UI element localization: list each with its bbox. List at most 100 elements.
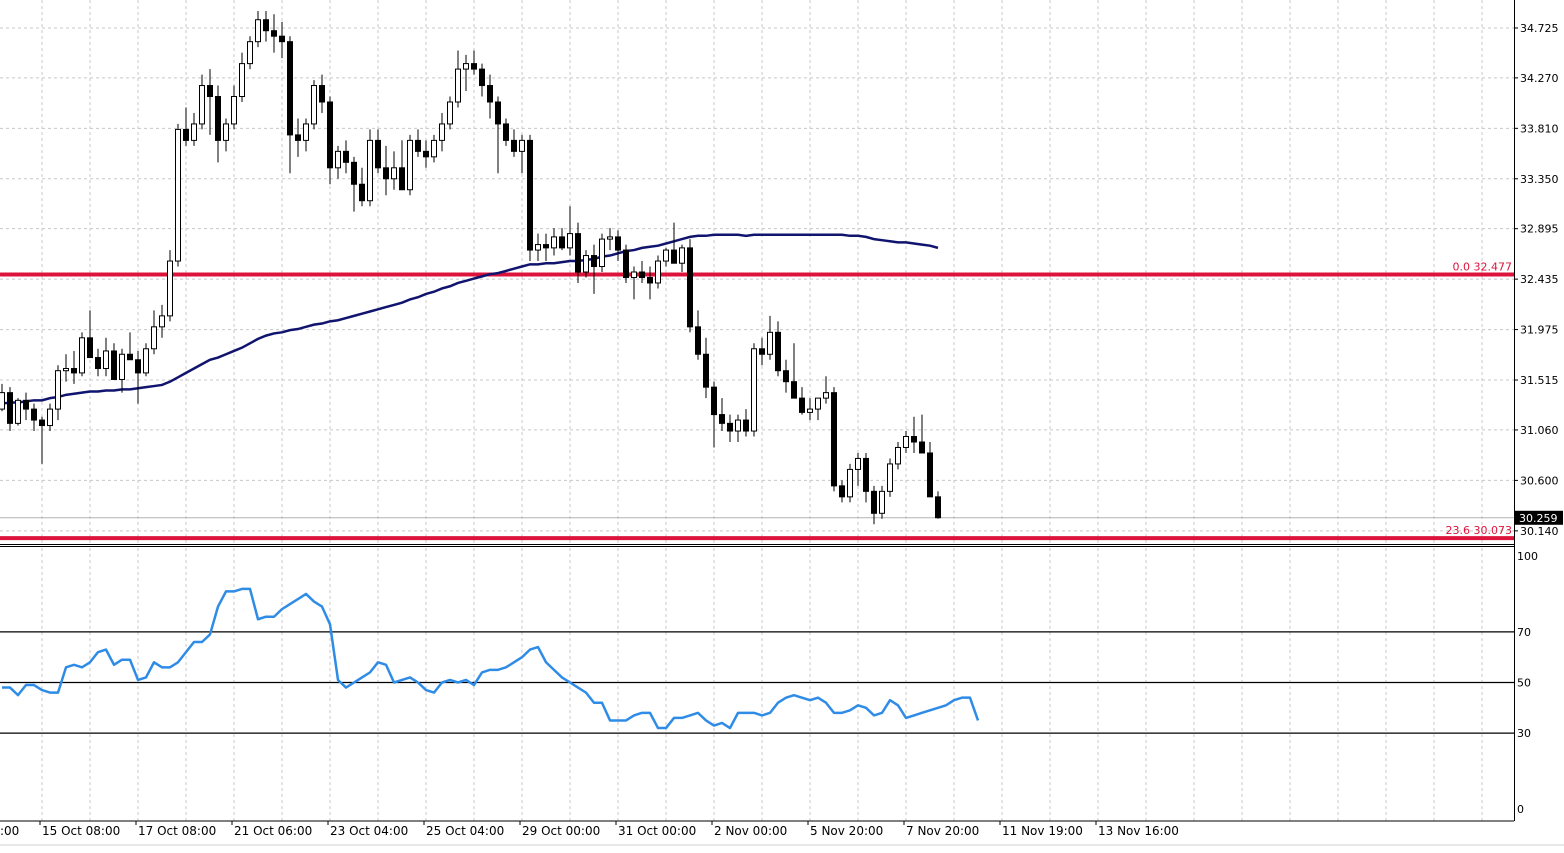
bearish-candle[interactable]	[591, 255, 597, 268]
bearish-candle[interactable]	[287, 41, 293, 136]
bullish-candle[interactable]	[735, 419, 741, 432]
bullish-candle[interactable]	[79, 337, 85, 374]
bearish-candle[interactable]	[759, 348, 765, 355]
bearish-candle[interactable]	[559, 236, 565, 249]
bearish-candle[interactable]	[927, 452, 933, 498]
bearish-candle[interactable]	[703, 353, 709, 388]
bearish-candle[interactable]	[647, 276, 653, 284]
bullish-candle[interactable]	[63, 368, 69, 372]
bearish-candle[interactable]	[671, 249, 677, 264]
bearish-candle[interactable]	[111, 350, 117, 380]
bullish-candle[interactable]	[679, 247, 685, 264]
bullish-candle[interactable]	[847, 468, 853, 498]
bullish-candle[interactable]	[879, 490, 885, 514]
bullish-candle[interactable]	[583, 255, 589, 273]
bullish-candle[interactable]	[47, 408, 53, 427]
bullish-candle[interactable]	[855, 457, 861, 470]
bullish-candle[interactable]	[447, 101, 453, 125]
bullish-candle[interactable]	[255, 19, 261, 43]
bullish-candle[interactable]	[143, 348, 149, 374]
bearish-candle[interactable]	[575, 233, 581, 273]
bearish-candle[interactable]	[95, 357, 101, 370]
bearish-candle[interactable]	[839, 485, 845, 498]
bearish-candle[interactable]	[343, 150, 349, 163]
bearish-candle[interactable]	[127, 353, 133, 361]
bearish-candle[interactable]	[911, 436, 917, 443]
bullish-candle[interactable]	[567, 233, 573, 249]
bullish-candle[interactable]	[903, 436, 909, 448]
bearish-candle[interactable]	[271, 30, 277, 37]
bearish-candle[interactable]	[279, 35, 285, 43]
bearish-candle[interactable]	[495, 101, 501, 125]
bullish-candle[interactable]	[407, 139, 413, 191]
bullish-candle[interactable]	[455, 68, 461, 103]
bearish-candle[interactable]	[263, 19, 269, 32]
bullish-candle[interactable]	[311, 85, 317, 125]
bullish-candle[interactable]	[519, 139, 525, 152]
bearish-candle[interactable]	[351, 161, 357, 185]
bullish-candle[interactable]	[247, 41, 253, 65]
bearish-candle[interactable]	[471, 63, 477, 70]
bearish-candle[interactable]	[687, 247, 693, 328]
bearish-candle[interactable]	[87, 337, 93, 359]
bullish-candle[interactable]	[439, 123, 445, 141]
bullish-candle[interactable]	[119, 353, 125, 380]
bullish-candle[interactable]	[0, 392, 5, 410]
bearish-candle[interactable]	[831, 392, 837, 487]
bullish-candle[interactable]	[887, 463, 893, 492]
bullish-candle[interactable]	[663, 249, 669, 262]
bearish-candle[interactable]	[7, 392, 13, 424]
bearish-candle[interactable]	[327, 101, 333, 169]
bearish-candle[interactable]	[527, 139, 533, 251]
bullish-candle[interactable]	[335, 150, 341, 169]
bearish-candle[interactable]	[503, 123, 509, 141]
chart-window[interactable]: 0.0 32.477 23.6 30.073 34.725 34.270 33.810…	[0, 0, 1564, 849]
bullish-candle[interactable]	[191, 123, 197, 141]
bearish-candle[interactable]	[871, 490, 877, 514]
bullish-candle[interactable]	[655, 260, 661, 284]
bullish-candle[interactable]	[751, 348, 757, 432]
bullish-candle[interactable]	[223, 123, 229, 141]
bearish-candle[interactable]	[375, 139, 381, 169]
bullish-candle[interactable]	[631, 271, 637, 278]
bearish-candle[interactable]	[711, 386, 717, 416]
bearish-candle[interactable]	[183, 128, 189, 141]
bearish-candle[interactable]	[399, 167, 405, 191]
bullish-candle[interactable]	[895, 446, 901, 465]
bearish-candle[interactable]	[295, 134, 301, 141]
bearish-candle[interactable]	[39, 419, 45, 427]
bearish-candle[interactable]	[919, 441, 925, 454]
bearish-candle[interactable]	[935, 496, 941, 519]
bullish-candle[interactable]	[807, 408, 813, 413]
bearish-candle[interactable]	[359, 183, 365, 202]
bearish-candle[interactable]	[791, 381, 797, 399]
bearish-candle[interactable]	[423, 150, 429, 158]
bullish-candle[interactable]	[767, 331, 773, 355]
bearish-candle[interactable]	[863, 457, 869, 492]
bearish-candle[interactable]	[719, 414, 725, 424]
bearish-candle[interactable]	[207, 85, 213, 98]
bearish-candle[interactable]	[639, 271, 645, 278]
bearish-candle[interactable]	[775, 331, 781, 372]
bearish-candle[interactable]	[623, 249, 629, 278]
bullish-candle[interactable]	[607, 236, 613, 240]
bullish-candle[interactable]	[103, 350, 109, 370]
bearish-candle[interactable]	[799, 397, 805, 413]
chart-svg[interactable]: 0.0 32.477 23.6 30.073 34.725 34.270 33.810…	[0, 0, 1564, 849]
bullish-candle[interactable]	[391, 167, 397, 180]
bearish-candle[interactable]	[71, 368, 77, 374]
bullish-candle[interactable]	[823, 392, 829, 399]
bearish-candle[interactable]	[487, 85, 493, 103]
bullish-candle[interactable]	[815, 397, 821, 410]
bearish-candle[interactable]	[479, 68, 485, 87]
bullish-candle[interactable]	[231, 96, 237, 125]
bearish-candle[interactable]	[511, 139, 517, 152]
bearish-candle[interactable]	[319, 85, 325, 103]
bearish-candle[interactable]	[783, 370, 789, 383]
bearish-candle[interactable]	[31, 408, 37, 421]
bullish-candle[interactable]	[239, 63, 245, 98]
bullish-candle[interactable]	[55, 370, 61, 410]
bearish-candle[interactable]	[23, 399, 29, 410]
bullish-candle[interactable]	[551, 236, 557, 249]
bullish-candle[interactable]	[159, 315, 165, 328]
